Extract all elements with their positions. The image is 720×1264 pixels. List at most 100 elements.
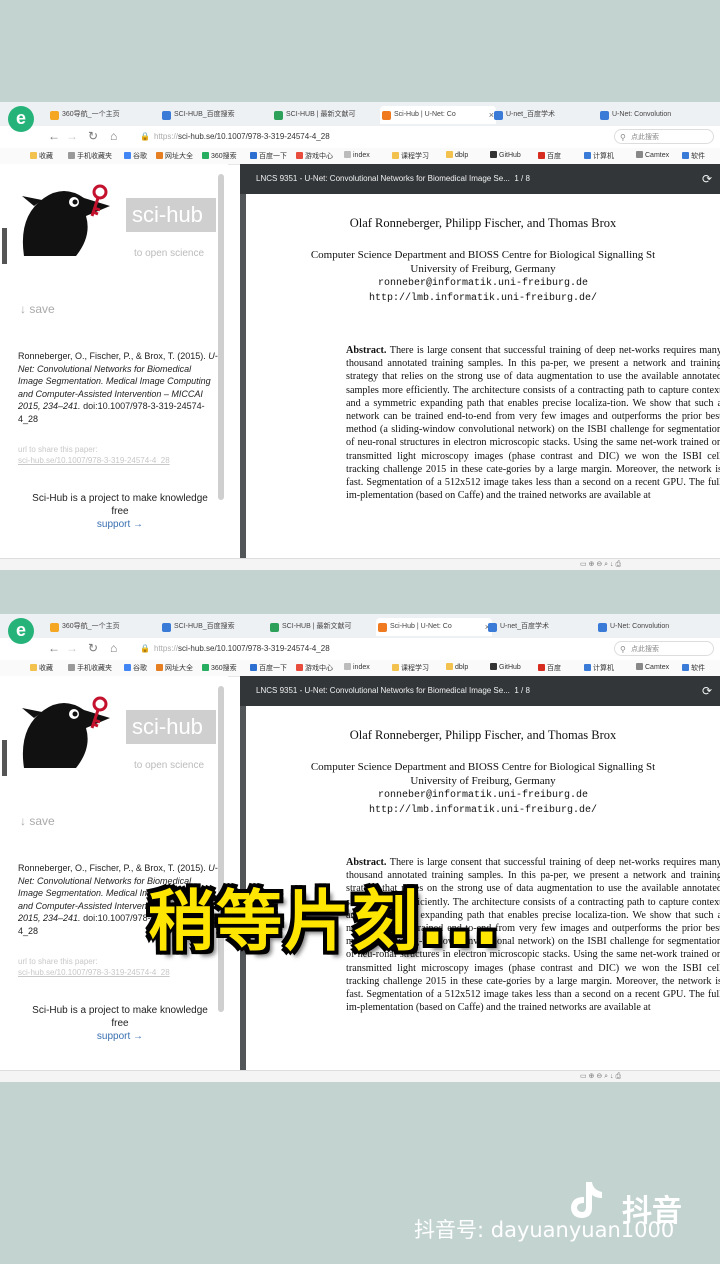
paper-abstract: Abstract. There is large consent that su… — [346, 345, 720, 502]
browser-screenshot-bottom: 360导航_一个主页 SCI-HUB_百度搜索 SCI-HUB | 最新文献可 … — [0, 614, 720, 1082]
bookmark-item[interactable]: 游戏中心 — [296, 151, 333, 161]
lock-icon: 🔒 — [140, 644, 150, 653]
bookmark-item[interactable]: 谷歌 — [124, 151, 147, 161]
bookmark-item[interactable]: 手机收藏夹 — [68, 151, 112, 161]
paper-affiliation: Computer Science Department and BIOSS Ce… — [310, 249, 656, 261]
rotate-icon[interactable]: ⟳ — [702, 164, 712, 194]
bookmark-item[interactable]: GitHub — [490, 151, 521, 159]
tab-360-nav[interactable]: 360导航_一个主页 — [48, 106, 152, 124]
url-field[interactable]: 🔒 https://sci-hub.se/10.1007/978-3-319-24… — [140, 129, 610, 144]
bookmark-item[interactable]: Camtex — [636, 663, 669, 671]
scroll-marker — [2, 228, 7, 264]
address-bar-row: ← → ↻ ⌂ 🔒 https://sci-hub.se/10.1007/978-… — [0, 638, 720, 661]
bookmark-item[interactable]: dblp — [446, 151, 468, 159]
bookmark-item[interactable]: index — [344, 151, 370, 159]
mission-text: Sci-Hub is a project to make knowledge f… — [32, 1005, 208, 1042]
tab-360-nav[interactable]: 360导航_一个主页 — [48, 618, 152, 636]
url-field[interactable]: 🔒 https://sci-hub.se/10.1007/978-3-319-24… — [140, 641, 610, 656]
tab-scihub-baidu[interactable]: SCI-HUB_百度搜索 — [160, 106, 254, 124]
tiktok-account-id: 抖音号: dayuanyuan1000 — [414, 1218, 675, 1242]
home-icon[interactable]: ⌂ — [110, 641, 117, 655]
tab-unet-baidu[interactable]: U-net_百度学术 — [492, 106, 586, 124]
bookmark-item[interactable]: 课程学习 — [392, 663, 429, 673]
favicon-icon — [50, 111, 59, 120]
paper-authors: Olaf Ronneberger, Philipp Fischer, and T… — [349, 728, 617, 742]
bookmark-item[interactable]: 百度一下 — [250, 663, 287, 673]
lock-icon: 🔒 — [140, 132, 150, 141]
bookmark-item[interactable]: 网址大全 — [156, 663, 193, 673]
bookmark-item[interactable]: 百度 — [538, 151, 561, 161]
bookmark-item[interactable]: 收藏 — [30, 663, 53, 673]
status-bar: ▭ ⊕ ⊖ ⌕ ↓ ⎙ — [0, 1070, 720, 1082]
paper-affiliation: Computer Science Department and BIOSS Ce… — [310, 761, 656, 773]
bookmark-item[interactable]: 收藏 — [30, 151, 53, 161]
bookmark-item[interactable]: 谷歌 — [124, 663, 147, 673]
home-icon[interactable]: ⌂ — [110, 129, 117, 143]
support-link[interactable]: support → — [97, 519, 143, 530]
bookmark-item[interactable]: 课程学习 — [392, 151, 429, 161]
bookmarks-bar: 收藏 手机收藏夹 谷歌 网址大全 360搜索 百度一下 游戏中心 index 课… — [0, 148, 720, 165]
paper-web: http://lmb.informatik.uni-freiburg.de/ — [368, 805, 598, 816]
pdf-viewer: LNCS 9351 - U-Net: Convolutional Network… — [240, 164, 720, 570]
search-input[interactable]: ⚲ 点此搜索 — [614, 129, 714, 144]
raven-mascot-icon — [22, 696, 110, 768]
paper-email: ronneber@informatik.uni-freiburg.de — [377, 278, 589, 289]
browser-screenshot-top: 360导航_一个主页 SCI-HUB_百度搜索 SCI-HUB | 最新文献可 … — [0, 102, 720, 570]
pdf-toolbar: LNCS 9351 - U-Net: Convolutional Network… — [240, 164, 720, 194]
search-input[interactable]: ⚲ 点此搜索 — [614, 641, 714, 656]
tab-unet-convolution[interactable]: U-Net: Convolution — [596, 618, 700, 636]
bookmark-item[interactable]: 游戏中心 — [296, 663, 333, 673]
bookmark-item[interactable]: 360搜索 — [202, 151, 237, 161]
save-button[interactable]: ↓ save — [20, 302, 55, 316]
rotate-icon[interactable]: ⟳ — [702, 676, 712, 706]
bookmark-item[interactable]: 百度 — [538, 663, 561, 673]
tagline: to open science — [134, 248, 205, 259]
share-link[interactable]: sci-hub.se/10.1007/978-3-319-24574-4_28 — [18, 455, 218, 466]
forward-icon[interactable]: → — [66, 641, 78, 655]
bookmark-item[interactable]: 软件 — [682, 151, 705, 161]
bookmarks-bar: 收藏 手机收藏夹 谷歌 网址大全 360搜索 百度一下 游戏中心 index 课… — [0, 660, 720, 677]
bookmark-item[interactable]: 软件 — [682, 663, 705, 673]
bookmark-item[interactable]: 计算机 — [584, 151, 614, 161]
bookmark-item[interactable]: index — [344, 663, 370, 671]
tab-unet-baidu[interactable]: U-net_百度学术 — [486, 618, 580, 636]
tab-unet-convolution[interactable]: U-Net: Convolution — [598, 106, 702, 124]
raven-mascot-icon — [22, 184, 110, 256]
bookmark-item[interactable]: 手机收藏夹 — [68, 663, 112, 673]
paper-university: University of Freiburg, Germany — [410, 263, 556, 275]
browser-logo-icon[interactable]: e — [8, 618, 34, 644]
reload-icon[interactable]: ↻ — [88, 129, 98, 143]
bookmark-item[interactable]: 360搜索 — [202, 663, 237, 673]
pdf-page: Olaf Ronneberger, Philipp Fischer, and T… — [246, 194, 720, 570]
paper-university: University of Freiburg, Germany — [410, 775, 556, 787]
tab-scihub-latest[interactable]: SCI-HUB | 最新文献可 — [272, 106, 376, 124]
back-icon[interactable]: ← — [48, 641, 60, 655]
support-link[interactable]: support → — [97, 1031, 143, 1042]
search-icon: ⚲ — [620, 645, 626, 654]
reload-icon[interactable]: ↻ — [88, 641, 98, 655]
tab-scihub-unet[interactable]: Sci-Hub | U-Net: Co× — [380, 106, 496, 124]
share-link[interactable]: sci-hub.se/10.1007/978-3-319-24574-4_28 — [18, 967, 218, 978]
back-icon[interactable]: ← — [48, 129, 60, 143]
save-button[interactable]: ↓ save — [20, 814, 55, 828]
mission-text: Sci-Hub is a project to make knowledge f… — [32, 493, 208, 530]
bookmark-item[interactable]: 百度一下 — [250, 151, 287, 161]
browser-logo-icon[interactable]: e — [8, 106, 34, 132]
bookmark-item[interactable]: Camtex — [636, 151, 669, 159]
favicon-icon — [162, 111, 171, 120]
share-block: url to share this paper: sci-hub.se/10.1… — [18, 444, 218, 466]
tab-scihub-latest[interactable]: SCI-HUB | 最新文献可 — [268, 618, 372, 636]
scihub-brand: sci-hub — [126, 198, 216, 232]
bookmark-item[interactable]: 计算机 — [584, 663, 614, 673]
bookmark-item[interactable]: GitHub — [490, 663, 521, 671]
tab-bar: 360导航_一个主页 SCI-HUB_百度搜索 SCI-HUB | 最新文献可 … — [0, 614, 720, 639]
tab-scihub-unet[interactable]: Sci-Hub | U-Net: Co× — [376, 618, 492, 636]
tab-scihub-baidu[interactable]: SCI-HUB_百度搜索 — [160, 618, 254, 636]
pdf-toolbar: LNCS 9351 - U-Net: Convolutional Network… — [240, 676, 720, 706]
scrollbar[interactable] — [218, 174, 224, 500]
search-icon: ⚲ — [620, 133, 626, 142]
favicon-icon — [382, 111, 391, 120]
forward-icon[interactable]: → — [66, 129, 78, 143]
bookmark-item[interactable]: 网址大全 — [156, 151, 193, 161]
bookmark-item[interactable]: dblp — [446, 663, 468, 671]
